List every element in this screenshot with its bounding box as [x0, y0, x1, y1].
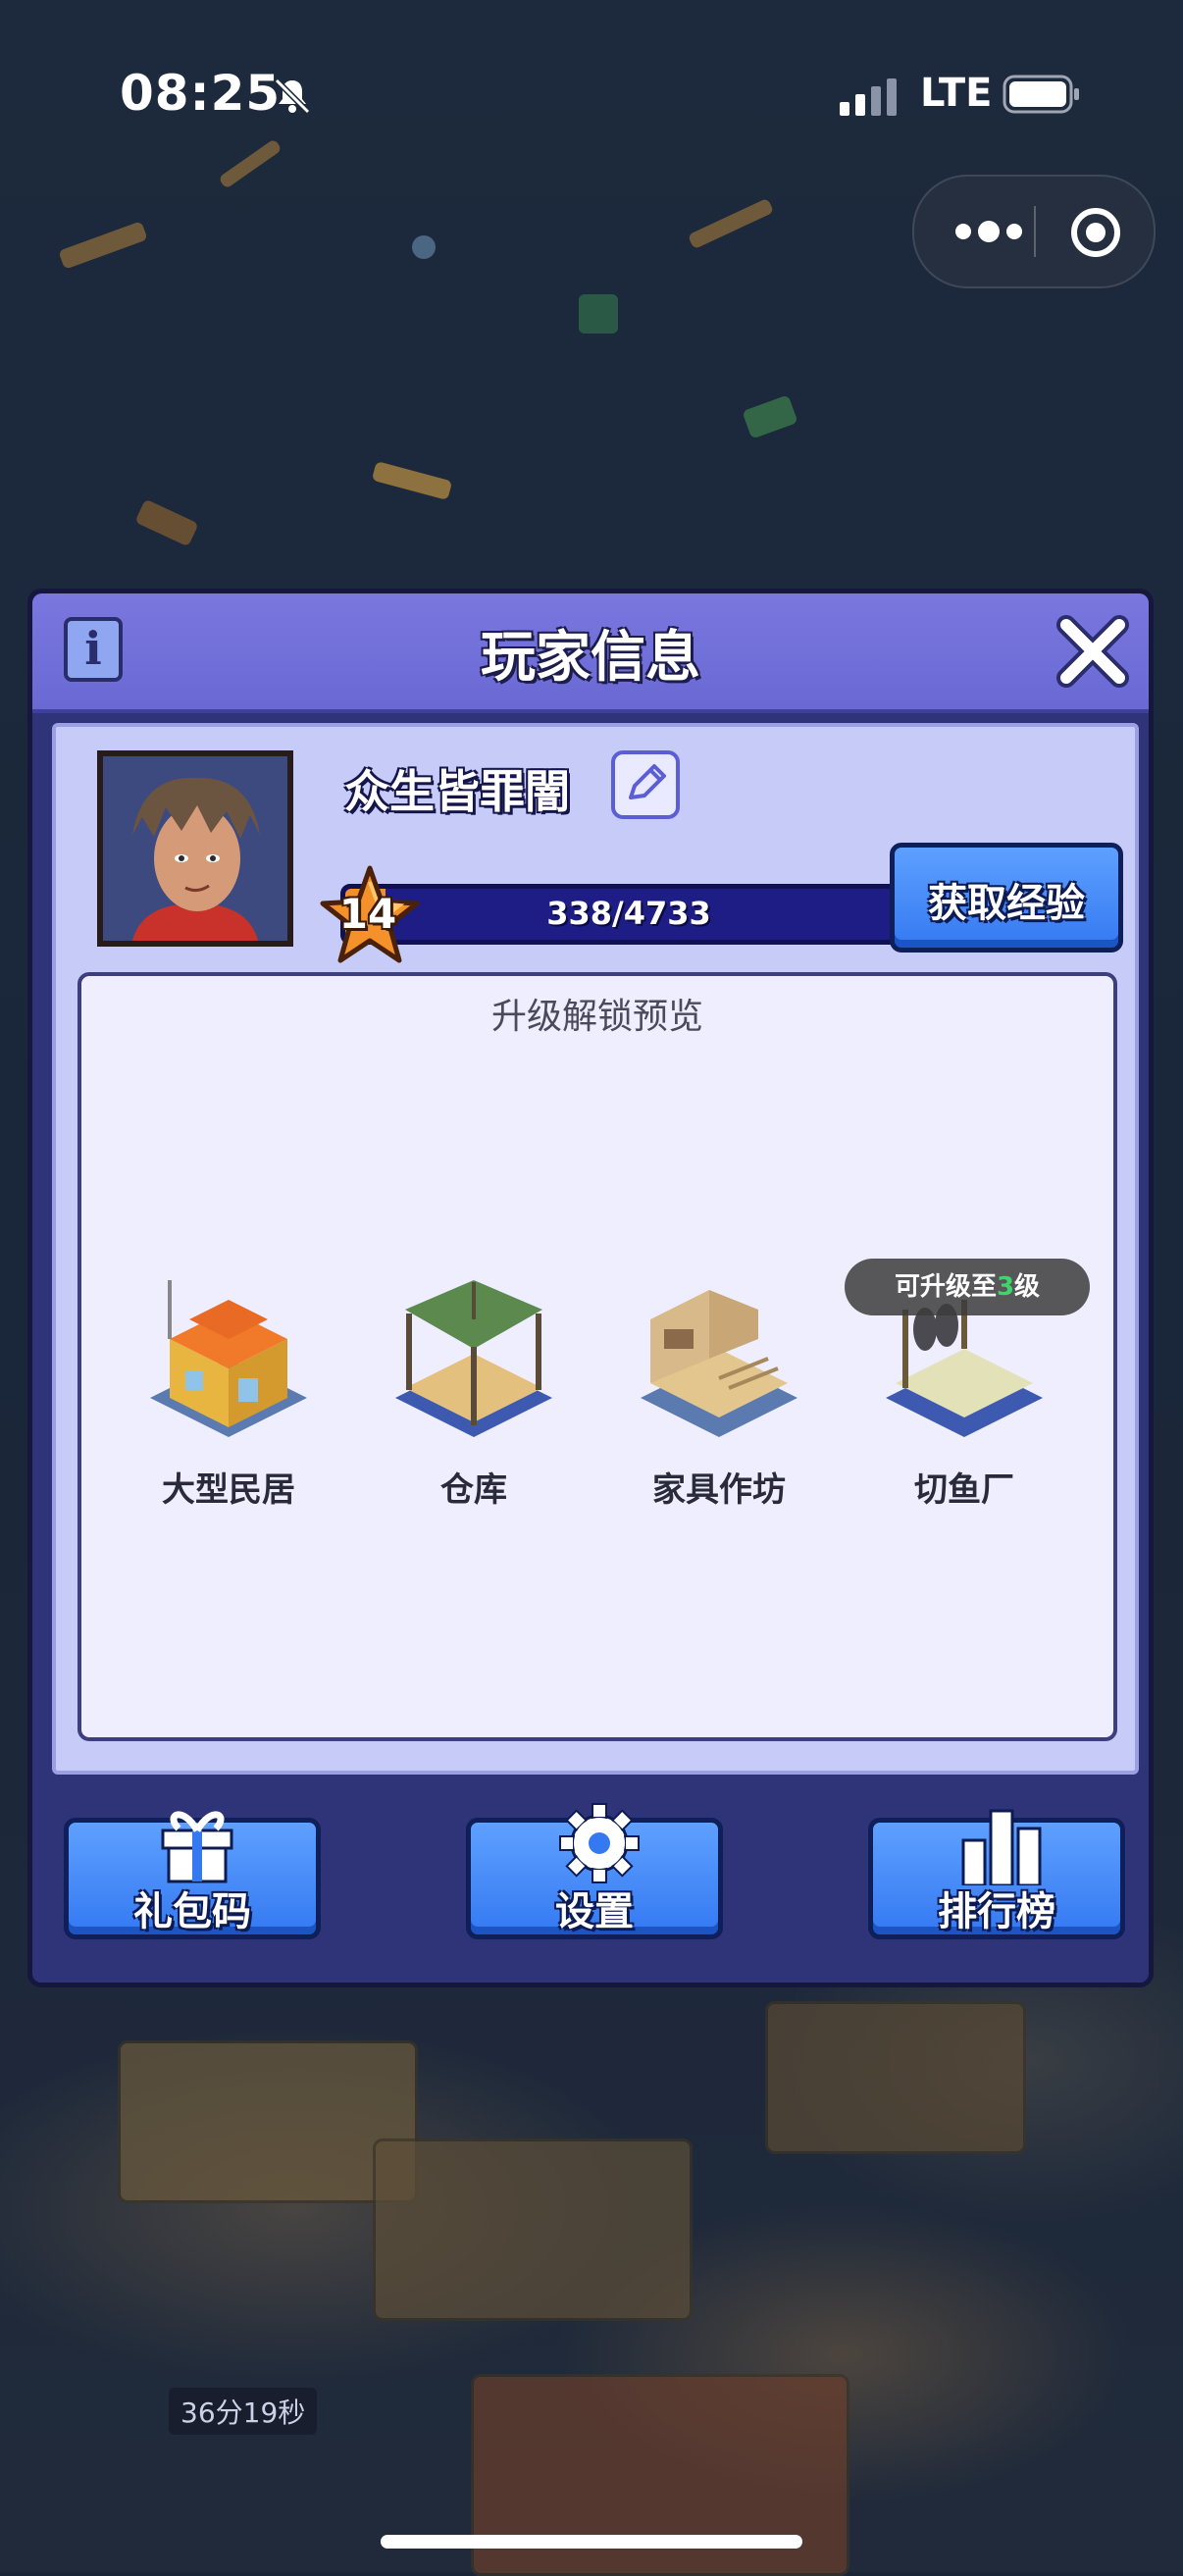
- gift-icon: [161, 1811, 233, 1883]
- building-name: 切鱼厂: [914, 1470, 1014, 1510]
- building-name: 大型民居: [162, 1470, 295, 1510]
- player-info-dialog: i 玩家信息 众生皆罪闇 338/4733 14 获取经验 升级解锁预览 大型民…: [27, 589, 1154, 1987]
- cellular-signal-icon: [840, 78, 897, 116]
- dialog-header: i 玩家信息: [32, 593, 1149, 713]
- settings-label: 设置: [555, 1889, 634, 1934]
- player-name: 众生皆罪闇: [344, 765, 570, 818]
- settings-button[interactable]: 设置: [466, 1803, 723, 1939]
- get-exp-label: 获取经验: [928, 881, 1085, 926]
- badge-suffix: 级: [1014, 1272, 1041, 1302]
- get-exp-button[interactable]: 获取经验: [890, 843, 1123, 953]
- player-level: 14: [338, 890, 397, 938]
- badge-prefix: 可升级至: [894, 1272, 997, 1302]
- building-name: 仓库: [440, 1470, 507, 1510]
- badge-level: 3: [996, 1272, 1015, 1302]
- dialog-title: 玩家信息: [481, 626, 700, 690]
- bell-mute-icon: [274, 77, 311, 115]
- network-type: LTE: [920, 71, 993, 116]
- furniture-workshop-icon: [641, 1290, 797, 1437]
- building-item[interactable]: 家具作坊: [611, 1261, 827, 1525]
- player-avatar[interactable]: [97, 750, 293, 947]
- avatar-portrait-icon: [103, 756, 287, 941]
- building-item[interactable]: 仓库: [366, 1261, 582, 1525]
- status-time: 08:25: [120, 65, 282, 122]
- upgrade-level-badge: 可升级至3级: [845, 1259, 1090, 1315]
- close-icon[interactable]: [1054, 613, 1131, 690]
- leaderboard-button[interactable]: 排行榜: [868, 1809, 1125, 1939]
- miniprogram-capsule: [912, 175, 1156, 288]
- player-info-panel: 众生皆罪闇 338/4733 14 获取经验 升级解锁预览 大型民居 仓库 家具…: [52, 723, 1139, 1775]
- large-house-icon: [150, 1280, 307, 1437]
- gift-code-label: 礼包码: [133, 1889, 251, 1934]
- leaderboard-icon: [961, 1809, 1042, 1885]
- leaderboard-label: 排行榜: [938, 1889, 1055, 1934]
- capsule-divider: [1034, 206, 1036, 257]
- battery-icon: [1003, 75, 1079, 114]
- xp-progress-bar: 338/4733: [340, 884, 917, 945]
- building-item[interactable]: 大型民居: [121, 1261, 336, 1525]
- preview-title: 升级解锁预览: [490, 997, 703, 1037]
- more-icon[interactable]: [950, 210, 1028, 253]
- edit-name-icon[interactable]: [611, 750, 680, 819]
- gear-icon: [559, 1803, 640, 1883]
- xp-progress-text: 338/4733: [546, 895, 711, 932]
- upgrade-unlock-preview: 升级解锁预览 大型民居 仓库 家具作坊 切鱼厂 可升级至3级: [77, 972, 1117, 1741]
- warehouse-icon: [395, 1280, 552, 1437]
- home-indicator[interactable]: [381, 2535, 802, 2549]
- close-miniprogram-icon[interactable]: [1069, 206, 1122, 259]
- building-name: 家具作坊: [652, 1470, 786, 1510]
- background-timer: 36分19秒: [169, 2388, 318, 2435]
- gift-code-button[interactable]: 礼包码: [64, 1811, 321, 1939]
